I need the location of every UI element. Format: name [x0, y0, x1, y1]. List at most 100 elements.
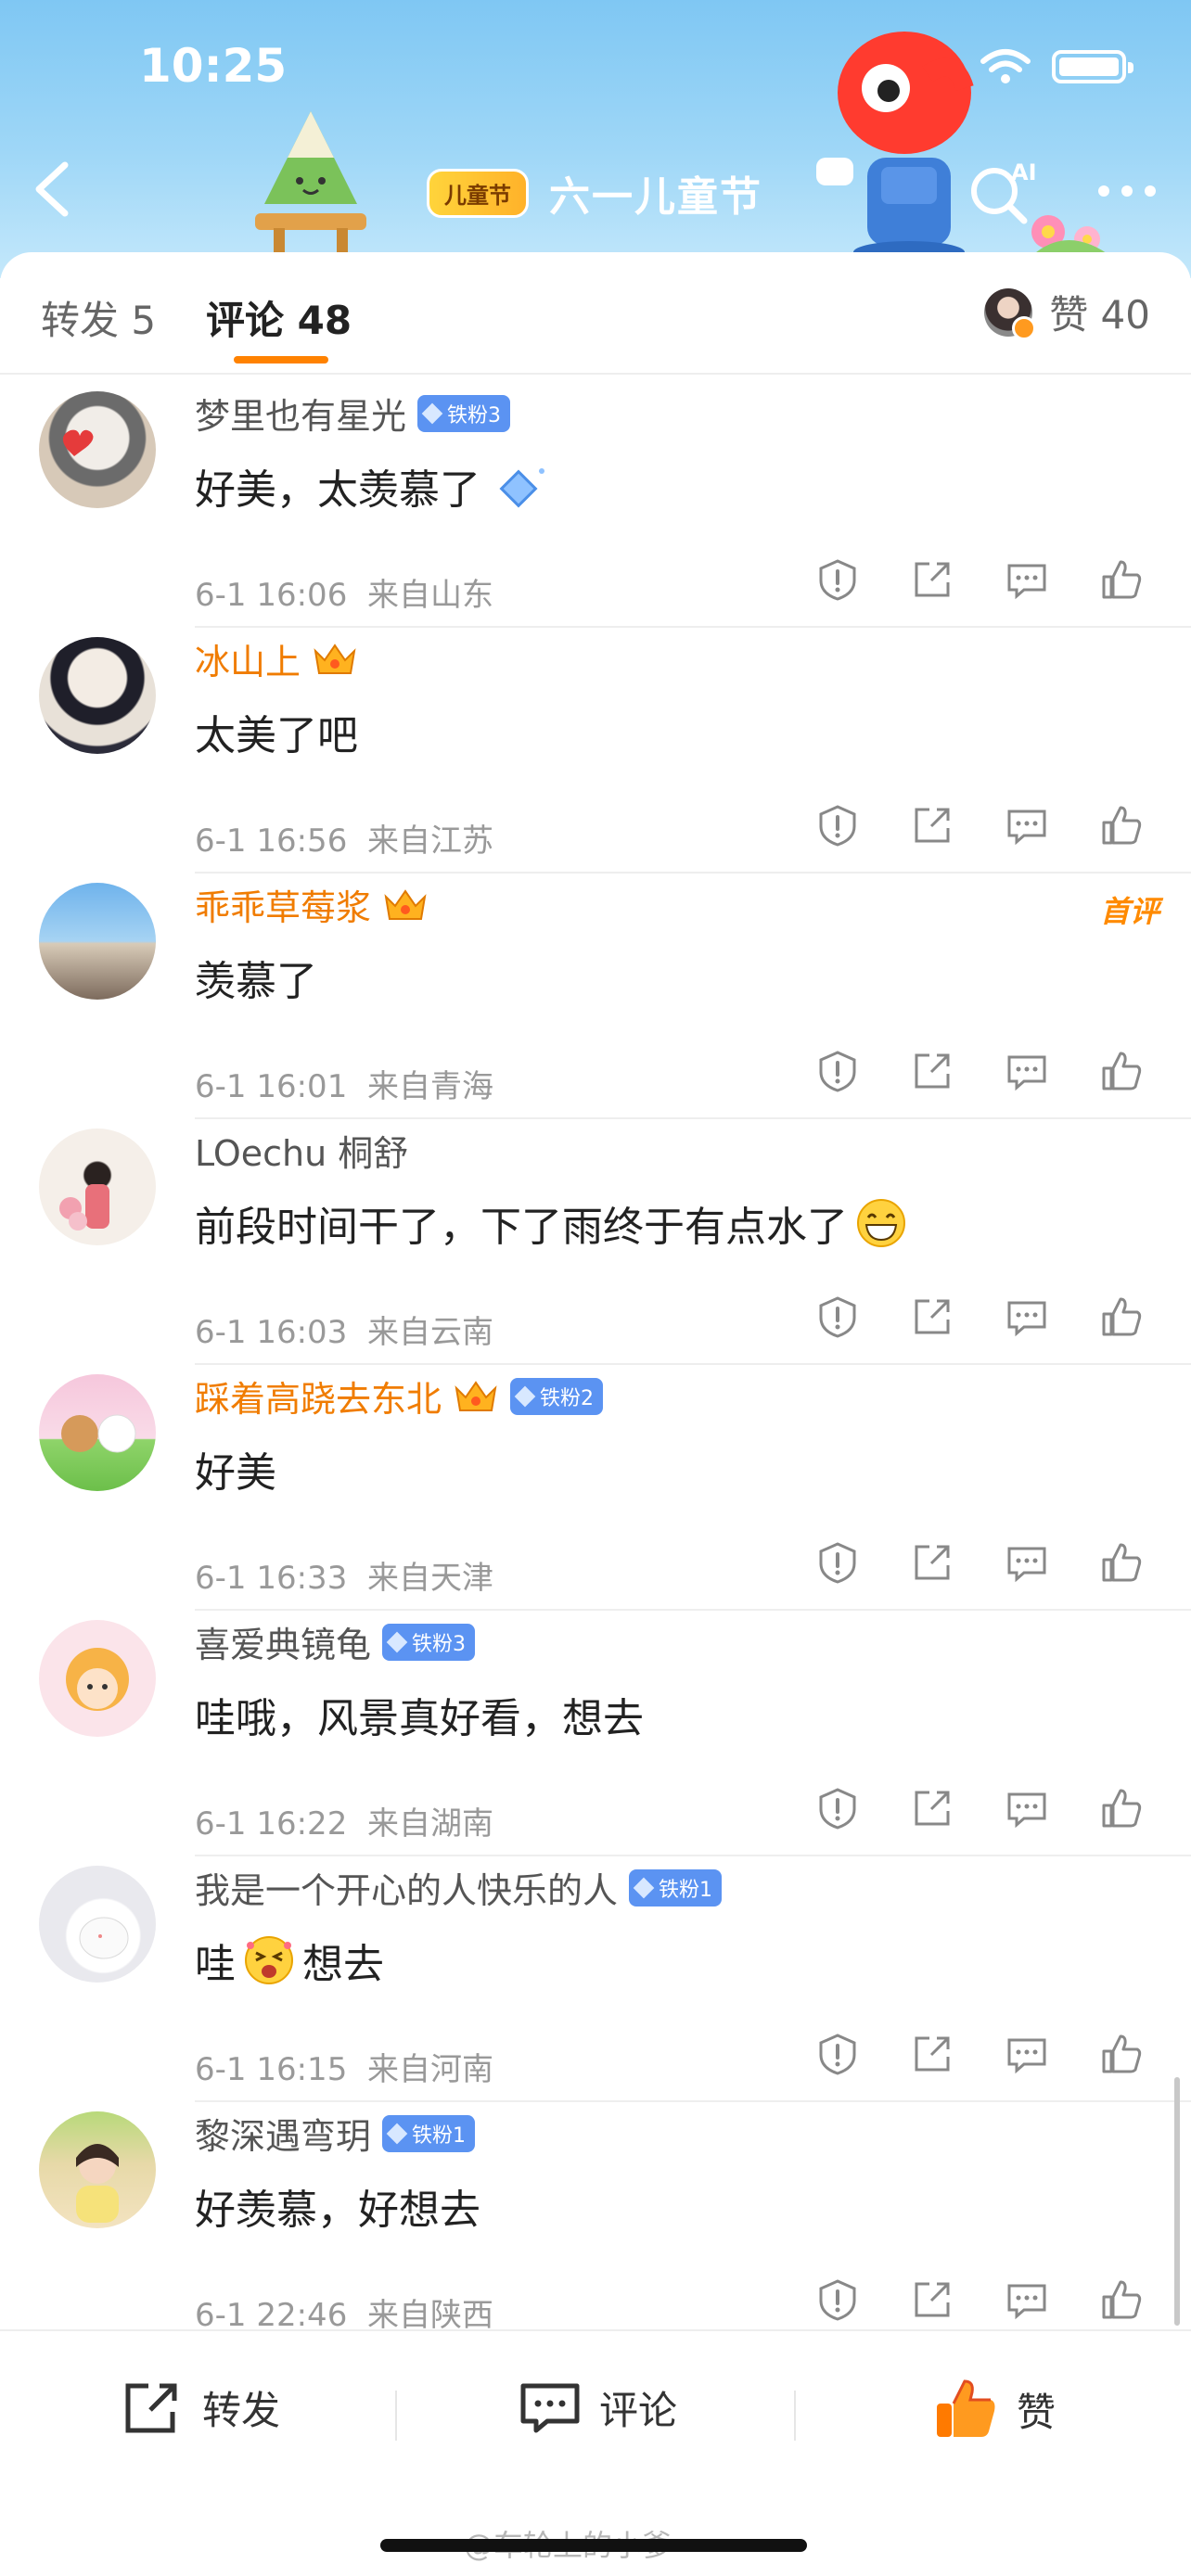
report-icon[interactable]	[816, 1295, 859, 1338]
avatar[interactable]	[39, 2111, 156, 2228]
comment-username[interactable]: 冰山上	[195, 633, 301, 684]
repost-button[interactable]: 转发	[122, 2379, 280, 2436]
like-label: 赞	[1017, 2389, 1057, 2435]
scrollbar[interactable]	[1174, 2077, 1180, 2326]
avatar[interactable]	[39, 1374, 156, 1491]
avatar[interactable]	[39, 883, 156, 1000]
comment-item: 喜爱典镜龟 铁粉3 哇哦，风景真好看，想去 6-1 16:22 来自湖南	[0, 1611, 1191, 1856]
comment-item: 梦里也有星光 铁粉3 好美，太羡慕了 6-1 16:06 来自山东	[0, 382, 1191, 628]
repost-icon	[125, 2383, 177, 2432]
like-icon[interactable]	[1100, 1787, 1143, 1830]
report-icon[interactable]	[816, 2033, 859, 2075]
like-button[interactable]: 赞	[935, 2379, 1056, 2439]
share-icon[interactable]	[911, 1295, 954, 1338]
separator	[395, 2391, 397, 2441]
share-icon[interactable]	[911, 1787, 954, 1830]
home-indicator[interactable]	[380, 2539, 807, 2552]
vip-crown-icon	[314, 643, 356, 674]
share-icon[interactable]	[911, 2278, 954, 2321]
comment-text: 好羡慕，好想去	[195, 2187, 480, 2234]
comment-item: 乖乖草莓浆 首评 羡慕了 6-1 16:01 来自青海	[0, 874, 1191, 1119]
banner-title-group: 儿童节 六一儿童节	[427, 163, 762, 223]
share-icon[interactable]	[911, 804, 954, 847]
like-icon[interactable]	[1100, 558, 1143, 601]
report-icon[interactable]	[816, 804, 859, 847]
comment-text: 羡慕了	[195, 958, 317, 1005]
avatar[interactable]	[39, 391, 156, 508]
report-icon[interactable]	[816, 1787, 859, 1830]
diamond-sparkle-icon	[499, 468, 544, 508]
comment-item: LOechu 桐舒 前段时间干了，下了雨终于有点水了 6-1 16:03 来自云…	[0, 1119, 1191, 1365]
diamond-icon	[633, 1877, 655, 1898]
reply-icon[interactable]	[1005, 1050, 1048, 1092]
like-icon[interactable]	[1100, 2278, 1143, 2321]
heart-sticker-icon	[62, 429, 94, 456]
avatar[interactable]	[39, 1129, 156, 1245]
like-icon[interactable]	[1100, 1541, 1143, 1584]
more-icon[interactable]	[1095, 182, 1159, 200]
diamond-icon	[386, 2123, 408, 2144]
avatar[interactable]	[39, 1866, 156, 1983]
share-icon[interactable]	[911, 1541, 954, 1584]
reply-icon[interactable]	[1005, 2033, 1048, 2075]
report-icon[interactable]	[816, 558, 859, 601]
likes-summary[interactable]: 赞 40	[984, 284, 1150, 340]
like-icon[interactable]	[1100, 804, 1143, 847]
report-icon[interactable]	[816, 2278, 859, 2321]
reply-icon[interactable]	[1005, 804, 1048, 847]
tab-comments[interactable]: 评论 48	[206, 289, 352, 346]
comment-username[interactable]: 我是一个开心的人快乐的人	[195, 1862, 618, 1913]
share-icon[interactable]	[911, 558, 954, 601]
excited-emoji-icon	[245, 1936, 293, 1984]
comment-text: 好美	[195, 1449, 276, 1497]
share-icon[interactable]	[911, 1050, 954, 1092]
banner-title: 六一儿童节	[549, 173, 762, 221]
like-icon[interactable]	[1100, 1050, 1143, 1092]
fan-badge: 铁粉1	[382, 2114, 476, 2152]
tab-repost[interactable]: 转发 5	[41, 289, 156, 346]
comment-meta: 6-1 16:06 来自山东	[195, 577, 493, 614]
avatar[interactable]	[39, 1620, 156, 1737]
comment-item: 黎深遇弯玥 铁粉1 好羡慕，好想去 6-1 22:46 来自陕西	[0, 2102, 1191, 2348]
reply-icon[interactable]	[1005, 558, 1048, 601]
comment-meta: 6-1 16:22 来自湖南	[195, 1805, 493, 1843]
comment-username[interactable]: LOechu 桐舒	[195, 1125, 408, 1176]
like-filled-icon	[937, 2379, 995, 2437]
fan-badge: 铁粉3	[417, 394, 511, 432]
report-icon[interactable]	[816, 1050, 859, 1092]
reply-icon[interactable]	[1005, 1541, 1048, 1584]
share-icon[interactable]	[911, 2033, 954, 2075]
festival-badge: 儿童节	[427, 168, 529, 218]
comment-username[interactable]: 梦里也有星光	[195, 388, 406, 439]
vip-crown-icon	[455, 1380, 497, 1411]
back-button[interactable]	[28, 159, 74, 219]
comment-text: 太美了吧	[195, 712, 358, 759]
fan-badge: 铁粉1	[629, 1868, 723, 1906]
comment-meta: 6-1 16:33 来自天津	[195, 1560, 493, 1597]
diamond-icon	[421, 402, 443, 424]
like-icon[interactable]	[1100, 1295, 1143, 1338]
comment-meta: 6-1 22:46 来自陕西	[195, 2297, 493, 2334]
reply-icon[interactable]	[1005, 1787, 1048, 1830]
comment-username[interactable]: 踩着高跷去东北	[195, 1371, 442, 1422]
reply-icon[interactable]	[1005, 1295, 1048, 1338]
reply-icon[interactable]	[1005, 2278, 1048, 2321]
comment-label: 评论	[599, 2388, 678, 2433]
svg-text:AI: AI	[1011, 159, 1037, 185]
comment-text: 哇哦，风景真好看，想去	[195, 1695, 644, 1742]
comment-button[interactable]: 评论	[519, 2379, 677, 2436]
grin-emoji-icon	[857, 1199, 905, 1247]
comment-username[interactable]: 喜爱典镜龟	[195, 1616, 371, 1667]
comment-username[interactable]: 黎深遇弯玥	[195, 2108, 371, 2159]
comment-meta: 6-1 16:03 来自云南	[195, 1314, 493, 1351]
comment-item: 我是一个开心的人快乐的人 铁粉1 哇 想去 6-1 16:15 来自河南	[0, 1856, 1191, 2102]
like-icon[interactable]	[1100, 2033, 1143, 2075]
separator	[794, 2391, 796, 2441]
comment-text: 哇 想去	[195, 1931, 384, 1990]
weibo-mascot-decoration	[816, 32, 974, 263]
avatar[interactable]	[39, 637, 156, 754]
comment-username[interactable]: 乖乖草莓浆	[195, 879, 371, 930]
report-icon[interactable]	[816, 1541, 859, 1584]
fan-badge: 铁粉2	[510, 1377, 604, 1415]
comment-meta: 6-1 16:01 来自青海	[195, 1068, 493, 1105]
